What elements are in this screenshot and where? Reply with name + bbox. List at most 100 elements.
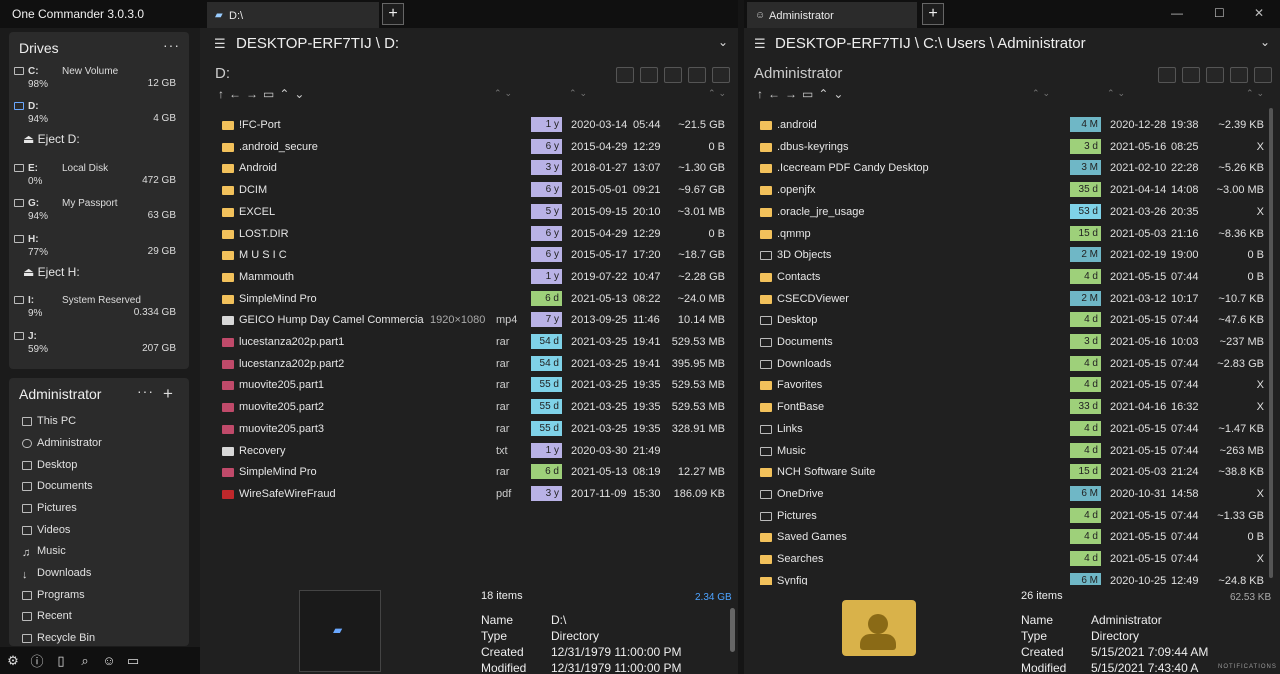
users-icon[interactable]: ☺ [98,647,120,674]
file-row[interactable]: SimpleMind Pro 6 d 2021-05-13 08:22 ~24.0 MB [222,290,727,311]
new-file-icon[interactable] [640,67,658,83]
file-row[interactable]: .android_secure 6 y 2015-04-29 12:29 0 B [222,138,727,159]
file-row[interactable]: CSECDViewer 2 M 2021-03-12 10:17 ~10.7 KB [760,290,1265,311]
nav-item-desktop[interactable]: Desktop [22,459,77,471]
file-row[interactable]: Android 3 y 2018-01-27 13:07 ~1.30 GB [222,159,727,180]
drive-icon: ▰ [333,623,343,637]
preview-thumbnail: ▰ [299,590,381,672]
eject-h-button[interactable]: ⏏ Eject H: [23,265,80,279]
sort-size-arrows[interactable]: ⌃⌄ [708,88,729,99]
drive-icon [14,235,24,243]
file-row[interactable]: Documents 3 d 2021-05-16 10:03 ~237 MB [760,333,1265,354]
file-row[interactable]: muovite205.part3 rar 55 d 2021-03-25 19:35 32… [222,420,727,441]
details-view-icon[interactable] [616,67,634,83]
nav-item-videos[interactable]: Videos [22,524,70,536]
scrollbar[interactable] [1269,108,1273,578]
nav-item-recent[interactable]: Recent [22,610,72,622]
window-icon[interactable]: ▭ [122,647,144,674]
file-extension: rar [496,401,510,414]
file-row[interactable]: !FC-Port 1 y 2020-03-14 05:44 ~21.5 GB [222,116,727,137]
file-row[interactable]: muovite205.part1 rar 55 d 2021-03-25 19:35 52… [222,376,727,397]
folder-icon [760,186,772,196]
nav-item-programs[interactable]: Programs [22,589,85,601]
file-row[interactable]: .Icecream PDF Candy Desktop 3 M 2021-02-10… [760,159,1265,180]
drives-more-button[interactable]: ··· [163,37,180,53]
file-extension: rar [496,336,510,348]
file-row[interactable]: FontBase 33 d 2021-04-16 16:32 X [760,398,1265,419]
new-tab-button[interactable]: + [382,3,404,25]
nav-item-recycle-bin[interactable]: Recycle Bin [22,632,95,644]
nav-buttons[interactable]: ↑←→▭⌃⌄ [218,87,309,101]
breadcrumb[interactable]: DESKTOP-ERF7TIJ \ D: [236,35,399,52]
file-row[interactable]: 3D Objects 2 M 2021-02-19 19:00 0 B [760,246,1265,267]
file-row[interactable]: M U S I C 6 y 2015-05-17 17:20 ~18.7 GB [222,246,727,267]
file-age-badge: 3 M [1070,160,1101,176]
file-date: 2020-12-28 [1110,119,1167,131]
nav-item-music[interactable]: ♫ Music [22,545,66,559]
file-row[interactable]: Mammouth 1 y 2019-07-22 10:47 ~2.28 GB [222,268,727,289]
info-icon[interactable]: ⓘ [26,647,48,674]
sort-age-arrows[interactable]: ⌃⌄ [494,88,515,99]
eject-d-button[interactable]: ⏏ Eject D: [23,132,80,146]
file-row[interactable]: SimpleMind Pro rar 6 d 2021-05-13 08:19 12.27… [222,463,727,484]
file-row[interactable]: muovite205.part2 rar 55 d 2021-03-25 19:35 52… [222,398,727,419]
file-row[interactable]: DCIM 6 y 2015-05-01 09:21 ~9.67 GB [222,181,727,202]
left-file-pane: ▰ D:\ + ☰ DESKTOP-ERF7TIJ \ D: ⌄ D: ↑←→▭⌃… [200,0,738,674]
file-date: 2021-05-15 [1110,422,1167,435]
file-row[interactable]: Favorites 4 d 2021-05-15 07:44 X [760,376,1265,397]
file-row[interactable]: lucestanza202p.part1 rar 54 d 2021-03-25 19:… [222,333,727,354]
nav-item-administrator[interactable]: Administrator [22,437,102,449]
archive-icon [222,381,234,391]
pane-splitter[interactable] [738,0,744,674]
copy-path-icon[interactable] [664,67,682,83]
file-row[interactable]: lucestanza202p.part2 rar 54 d 2021-03-25 19:… [222,355,727,376]
file-row[interactable]: OneDrive 6 M 2020-10-31 14:58 X [760,485,1265,506]
eject-d-label: Eject D: [37,132,80,146]
clipboard-icon[interactable] [712,67,730,83]
nav-item-documents[interactable]: Documents [22,480,93,492]
file-row[interactable]: .dbus-keyrings 3 d 2021-05-16 08:25 X [760,138,1265,159]
nav-item-downloads[interactable]: ↓ Downloads [22,567,91,581]
file-row[interactable]: .openjfx 35 d 2021-04-14 14:08 ~3.00 MB [760,181,1265,202]
scrollbar[interactable] [730,608,735,652]
places-add-button[interactable]: + [163,384,174,404]
nav-item-label: This PC [37,415,77,427]
file-row[interactable]: Downloads 4 d 2021-05-15 07:44 ~2.83 GB [760,355,1265,376]
nav-item-this-pc[interactable]: This PC [22,415,76,427]
file-row[interactable]: LOST.DIR 6 y 2015-04-29 12:29 0 B [222,225,727,246]
file-row[interactable]: EXCEL 5 y 2015-09-15 20:10 ~3.01 MB [222,203,727,224]
file-time: 10:03 [1171,336,1199,348]
chevron-down-icon[interactable]: ⌄ [718,35,728,49]
file-row[interactable]: Pictures 4 d 2021-05-15 07:44 ~1.33 GB [760,507,1265,528]
file-row[interactable]: NCH Software Suite 15 d 2021-05-03 21:24 ~38… [760,463,1265,484]
search-icon[interactable]: ⌕ [74,647,96,674]
file-row[interactable]: Saved Games 4 d 2021-05-15 07:44 0 B [760,528,1265,549]
file-row[interactable]: .oracle_jre_usage 53 d 2021-03-26 20:35 X [760,203,1265,224]
file-row[interactable]: GEICO Hump Day Camel Commercial... 1920×1… [222,311,727,332]
computer-icon [22,416,32,426]
file-row[interactable]: WireSafeWireFraud pdf 3 y 2017-11-09 15:30 18… [222,485,727,506]
hamburger-menu-icon[interactable]: ☰ [214,36,226,52]
tab-d-drive[interactable]: ▰ D:\ [207,2,379,28]
file-time: 19:35 [633,401,661,414]
sort-date-arrows[interactable]: ⌃⌄ [569,88,590,99]
videos-icon [22,525,32,535]
places-more-button[interactable]: ··· [137,383,154,399]
file-row[interactable]: Recovery txt 1 y 2020-03-30 21:49 [222,442,727,463]
preview-icon[interactable] [688,67,706,83]
file-size: ~3.01 MB [677,205,725,218]
file-row[interactable]: Desktop 4 d 2021-05-15 07:44 ~47.6 KB [760,311,1265,332]
notifications-label[interactable]: NOTIFICATIONS [1218,664,1277,670]
file-row[interactable]: Contacts 4 d 2021-05-15 07:44 0 B [760,268,1265,289]
file-row[interactable]: .qmmp 15 d 2021-05-03 21:16 ~8.36 KB [760,225,1265,246]
file-row[interactable]: .android 4 M 2020-12-28 19:38 ~2.39 KB [760,116,1265,137]
phone-icon[interactable]: ▯ [50,647,72,674]
file-row[interactable]: Links 4 d 2021-05-15 07:44 ~1.47 KB [760,420,1265,441]
nav-item-pictures[interactable]: Pictures [22,502,77,514]
pdf-icon [222,489,234,499]
file-row[interactable]: Music 4 d 2021-05-15 07:44 ~263 MB [760,442,1265,463]
file-row[interactable]: Searches 4 d 2021-05-15 07:44 X [760,550,1265,571]
gear-icon[interactable]: ⚙ [2,647,24,674]
file-row[interactable]: Synfig 6 M 2020-10-25 12:49 ~24.8 KB [760,572,1265,585]
file-extension: rar [496,422,510,435]
